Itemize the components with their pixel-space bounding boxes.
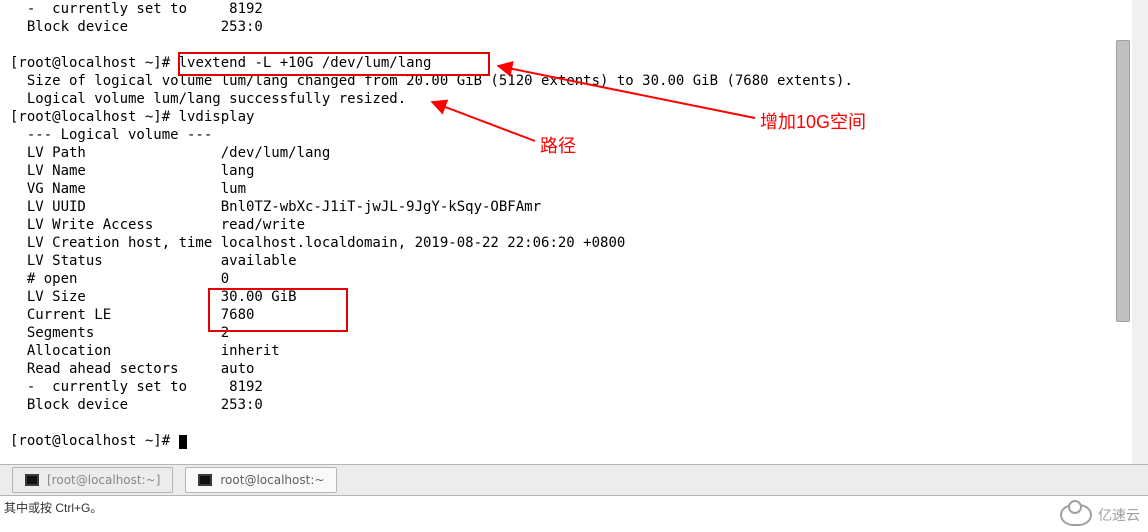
terminal-icon [198,474,212,486]
status-hint: 其中或按 Ctrl+G。 [4,499,102,516]
terminal-icon [25,474,39,486]
tab-active[interactable]: root@localhost:~ [185,467,337,493]
tab-label: root@localhost:~ [220,473,324,487]
cloud-icon [1060,504,1092,526]
scrollbar-thumb[interactable] [1116,40,1130,322]
tab-bar: [root@localhost:~] root@localhost:~ [0,464,1148,496]
tab-label: [root@localhost:~] [47,473,160,487]
watermark: 亿速云 [1060,504,1140,526]
terminal-output: - currently set to 8192 Block device 253… [0,0,1132,450]
status-bar: 其中或按 Ctrl+G。 [0,496,1148,518]
watermark-text: 亿速云 [1098,505,1140,525]
terminal-viewport[interactable]: - currently set to 8192 Block device 253… [0,0,1148,464]
terminal-cursor [179,435,187,449]
tab-inactive[interactable]: [root@localhost:~] [12,467,173,493]
